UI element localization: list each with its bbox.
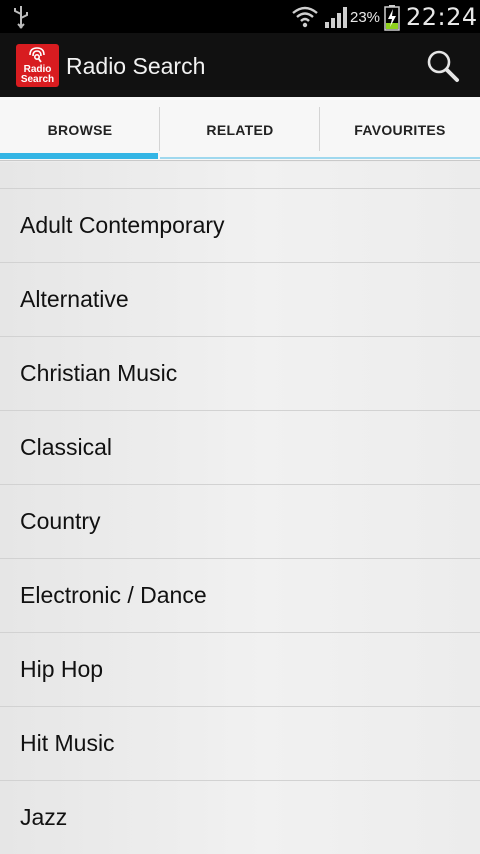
genre-label: Christian Music: [20, 360, 178, 386]
selected-tab-indicator: [0, 153, 158, 159]
genre-item-hit-music[interactable]: Hit Music: [0, 707, 480, 781]
list-top-divider: [0, 162, 480, 189]
usb-icon: [12, 5, 30, 34]
genre-item-hip-hop[interactable]: Hip Hop: [0, 633, 480, 707]
tab-related[interactable]: RELATED: [160, 97, 320, 160]
battery-percent: 23%: [350, 9, 381, 26]
genre-label: Electronic / Dance: [20, 582, 207, 608]
genre-item-jazz[interactable]: Jazz: [0, 781, 480, 854]
genre-item-christian-music[interactable]: Christian Music: [0, 337, 480, 411]
genre-item-country[interactable]: Country: [0, 485, 480, 559]
genre-label: Classical: [20, 434, 113, 460]
genre-label: Country: [20, 508, 101, 534]
genre-list[interactable]: Adult Contemporary Alternative Christian…: [0, 162, 480, 854]
tab-underline: [160, 157, 480, 159]
app-logo-line2: Search: [20, 74, 55, 85]
tab-browse[interactable]: BROWSE: [0, 97, 160, 160]
battery-charging-icon: [384, 5, 400, 36]
tab-related-label: RELATED: [206, 122, 274, 138]
app-logo[interactable]: Radio Search: [16, 44, 59, 87]
search-button[interactable]: [426, 49, 460, 83]
genre-item-alternative[interactable]: Alternative: [0, 263, 480, 337]
app-title: Radio Search: [66, 53, 206, 79]
signal-icon: [324, 6, 348, 33]
tab-favourites[interactable]: FAVOURITES: [320, 97, 480, 160]
action-bar: Radio Search Radio Search: [0, 33, 480, 97]
tab-browse-label: BROWSE: [47, 122, 113, 138]
wifi-icon: [292, 6, 318, 33]
genre-label: Hit Music: [20, 730, 115, 756]
genre-item-adult-contemporary[interactable]: Adult Contemporary: [0, 189, 480, 263]
radio-wave-icon: [29, 47, 45, 63]
genre-label: Alternative: [20, 286, 129, 312]
genre-item-electronic-dance[interactable]: Electronic / Dance: [0, 559, 480, 633]
clock: 22:24: [406, 3, 478, 31]
genre-label: Jazz: [20, 804, 68, 830]
genre-item-classical[interactable]: Classical: [0, 411, 480, 485]
status-bar: 23% 22:24: [0, 0, 480, 33]
tab-favourites-label: FAVOURITES: [354, 122, 446, 138]
tab-bar: BROWSE RELATED FAVOURITES: [0, 97, 480, 161]
genre-label: Adult Contemporary: [20, 212, 225, 238]
search-icon: [427, 50, 459, 82]
genre-label: Hip Hop: [20, 656, 104, 682]
